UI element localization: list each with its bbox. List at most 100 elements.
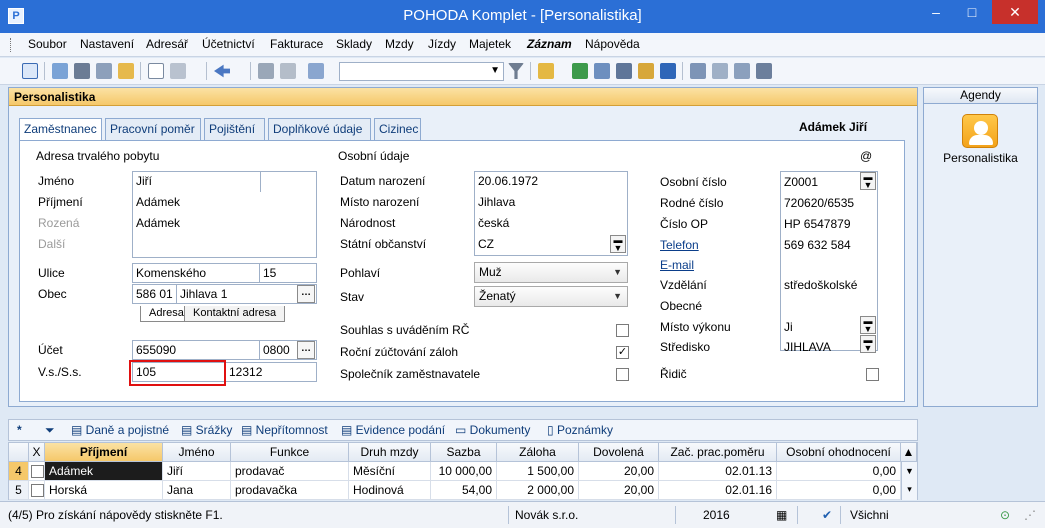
tab-zamestnanec[interactable]: Zaměstnanec: [19, 118, 102, 141]
obcanstvi-picker-icon[interactable]: ▬ ▼: [610, 235, 626, 253]
spolecnik-checkbox[interactable]: [616, 368, 629, 381]
osobni-cislo-field[interactable]: Z0001: [784, 175, 818, 189]
row-check[interactable]: [29, 462, 45, 481]
col-zacatek[interactable]: Zač. prac.poměru: [659, 443, 777, 462]
tab-pojisteni[interactable]: Pojištění: [204, 118, 265, 140]
maximize-button[interactable]: □: [955, 0, 989, 24]
print-icon[interactable]: [74, 63, 90, 79]
checkmark-icon[interactable]: ✔: [822, 508, 832, 522]
cell-zaloha[interactable]: 2 000,00: [497, 481, 579, 500]
menu-mzdy[interactable]: Mzdy: [385, 37, 414, 51]
cell-ohodnoceni[interactable]: 0,00: [777, 481, 901, 500]
cell-jmeno[interactable]: Jana: [163, 481, 231, 500]
email-link[interactable]: E-mail: [660, 258, 694, 272]
folder-icon[interactable]: [538, 63, 554, 79]
subtab-kontaktni-adresa[interactable]: Kontaktní adresa: [184, 306, 286, 322]
psc-field[interactable]: 586 01: [132, 284, 177, 304]
col-jmeno[interactable]: Jméno: [163, 443, 231, 462]
obcanstvi-field[interactable]: CZ: [478, 237, 494, 251]
misto-vykonu-field[interactable]: Ji: [784, 320, 793, 334]
menu-fakturace[interactable]: Fakturace: [270, 37, 323, 51]
tab-pracovni-pomer[interactable]: Pracovní poměr: [105, 118, 201, 140]
rozena-field[interactable]: Adámek: [136, 216, 180, 230]
col-ohodnoceni[interactable]: Osobní ohodnocení: [777, 443, 901, 462]
report-icon[interactable]: [118, 63, 134, 79]
menu-adresar[interactable]: Adresář: [146, 37, 188, 51]
calendar-icon[interactable]: ▦: [776, 508, 787, 522]
stav-select[interactable]: Ženatý ▼: [474, 286, 628, 307]
grid-tab-nepritomnost[interactable]: ▤ Nepřítomnost: [241, 423, 328, 437]
menu-zaznam[interactable]: Záznam: [527, 37, 572, 51]
filter-icon[interactable]: ⏷: [45, 423, 55, 438]
souhlas-rc-checkbox[interactable]: [616, 324, 629, 337]
narodnost-field[interactable]: česká: [478, 216, 509, 230]
personalistika-icon[interactable]: [962, 114, 998, 148]
osobni-cislo-picker-icon[interactable]: ▬ ▼: [860, 172, 876, 190]
prijmeni-field[interactable]: Adámek: [136, 195, 180, 209]
resize-grip-icon[interactable]: ⋰: [1024, 508, 1036, 522]
cislo-op-field[interactable]: HP 6547879: [784, 217, 851, 231]
grid-tab-srazky[interactable]: ▤ Srážky: [181, 423, 232, 437]
jmeno-field[interactable]: Jiří: [136, 174, 152, 188]
cislo-popisne-field[interactable]: 15: [259, 263, 317, 283]
exit-icon[interactable]: [22, 63, 38, 79]
menu-ucetnictvi[interactable]: Účetnictví: [202, 37, 255, 51]
col-x[interactable]: X: [29, 443, 45, 462]
grid-scrollbar[interactable]: ▼ ▾: [901, 462, 917, 500]
help-icon[interactable]: [756, 63, 772, 79]
grid-tab-dane[interactable]: ▤ Daně a pojistné: [71, 423, 169, 437]
telefon-field[interactable]: 569 632 584: [784, 238, 851, 252]
col-zaloha[interactable]: Záloha: [497, 443, 579, 462]
address-lookup-button[interactable]: …: [297, 285, 315, 303]
cell-zaloha[interactable]: 1 500,00: [497, 462, 579, 481]
obec-field[interactable]: Jihlava 1: [176, 284, 317, 304]
cell-zacatek[interactable]: 02.01.13: [659, 462, 777, 481]
coins-icon[interactable]: [638, 63, 654, 79]
col-druh-mzdy[interactable]: Druh mzdy: [349, 443, 431, 462]
cell-druh-mzdy[interactable]: Měsíční: [349, 462, 431, 481]
calculator-icon[interactable]: [616, 63, 632, 79]
col-sazba[interactable]: Sazba: [431, 443, 497, 462]
tab-doplnkove-udaje[interactable]: Doplňkové údaje: [268, 118, 371, 140]
row-checkbox[interactable]: [31, 465, 44, 478]
menu-jizdy[interactable]: Jízdy: [428, 37, 456, 51]
vzdelani-field[interactable]: středoškolské: [784, 278, 857, 292]
back-arrow-icon[interactable]: [214, 64, 230, 78]
misto-vykonu-picker-icon[interactable]: ▬ ▼: [860, 316, 876, 334]
row-check[interactable]: [29, 481, 45, 500]
col-dovolena[interactable]: Dovolená: [579, 443, 659, 462]
menu-nastaveni[interactable]: Nastavení: [80, 37, 134, 51]
print-preview-icon[interactable]: [52, 63, 68, 79]
grid-tab-dokumenty[interactable]: ▭ Dokumenty: [455, 423, 530, 437]
cell-jmeno[interactable]: Jiří: [163, 462, 231, 481]
grid-tab-poznamky[interactable]: ▯ Poznámky: [547, 423, 613, 437]
cell-prijmeni[interactable]: Horská: [45, 481, 163, 500]
ok-icon[interactable]: ⊙: [1000, 508, 1010, 522]
grid-tab-all[interactable]: *: [17, 423, 22, 437]
row-checkbox[interactable]: [31, 484, 44, 497]
menu-sklady[interactable]: Sklady: [336, 37, 372, 51]
rocni-zuctovani-checkbox[interactable]: ✓: [616, 346, 629, 359]
cell-funkce[interactable]: prodavač: [231, 462, 349, 481]
payment-icon[interactable]: [572, 63, 588, 79]
iban-icon[interactable]: [660, 63, 676, 79]
cell-funkce[interactable]: prodavačka: [231, 481, 349, 500]
note-icon[interactable]: [712, 63, 728, 79]
stredisko-field[interactable]: JIHLAVA: [784, 340, 831, 354]
bank-lookup-button[interactable]: …: [297, 341, 315, 359]
close-button[interactable]: ✕: [992, 0, 1038, 24]
cell-dovolena[interactable]: 20,00: [579, 481, 659, 500]
cell-sazba[interactable]: 10 000,00: [431, 462, 497, 481]
quick-search-combo[interactable]: ▼: [339, 62, 504, 81]
stredisko-picker-icon[interactable]: ▬ ▼: [860, 335, 876, 353]
col-funkce[interactable]: Funkce: [231, 443, 349, 462]
rodne-cislo-field[interactable]: 720620/6535: [784, 196, 854, 210]
cell-zacatek[interactable]: 02.01.16: [659, 481, 777, 500]
copy-icon[interactable]: [308, 63, 324, 79]
ucet-field[interactable]: 655090: [132, 340, 260, 360]
cell-druh-mzdy[interactable]: Hodinová: [349, 481, 431, 500]
ulice-field[interactable]: Komenského: [132, 263, 260, 283]
grid-scroll-up[interactable]: ▲: [901, 443, 917, 462]
message-icon[interactable]: [690, 63, 706, 79]
datum-narozeni-field[interactable]: 20.06.1972: [478, 174, 538, 188]
